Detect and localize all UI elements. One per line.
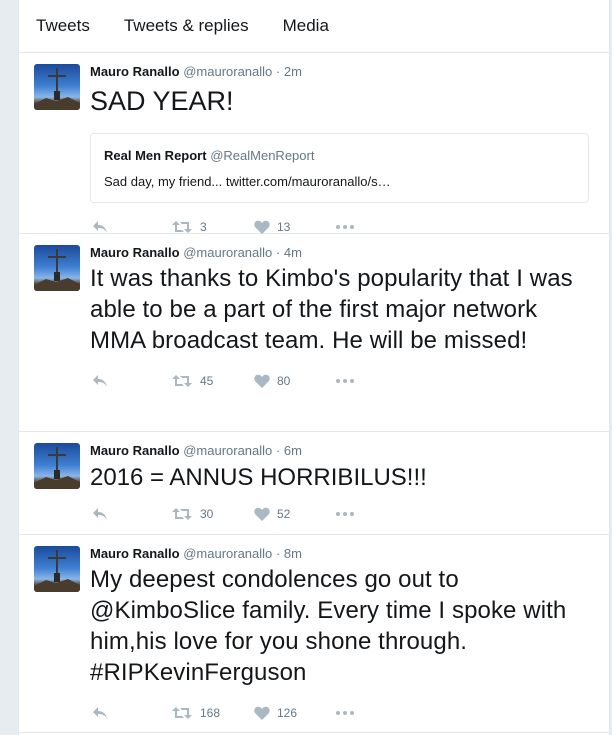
- more-button[interactable]: [336, 379, 354, 383]
- separator: ·: [275, 245, 281, 260]
- tweet[interactable]: Mauro Ranallo @mauroranallo · 2m SAD YEA…: [19, 53, 609, 234]
- avatar[interactable]: [34, 546, 80, 592]
- quoted-author-name: Real Men Report: [104, 148, 207, 163]
- more-button[interactable]: [336, 225, 354, 229]
- separator: ·: [275, 443, 281, 458]
- reply-icon: [93, 221, 107, 233]
- author-name[interactable]: Mauro Ranallo: [90, 245, 180, 260]
- heart-icon: [254, 220, 270, 234]
- like-count: 80: [277, 374, 291, 388]
- author-name[interactable]: Mauro Ranallo: [90, 64, 180, 79]
- profile-timeline: Tweets Tweets & replies Media Mauro Rana…: [18, 0, 610, 735]
- reply-icon: [93, 375, 107, 387]
- more-button[interactable]: [336, 512, 354, 516]
- retweet-count: 30: [200, 507, 214, 521]
- tab-tweets[interactable]: Tweets: [19, 16, 107, 36]
- more-icon: [336, 711, 354, 715]
- tweet-header: Mauro Ranallo @mauroranallo · 8m: [90, 545, 597, 563]
- quoted-tweet[interactable]: Real Men Report @RealMenReport Sad day, …: [90, 133, 589, 203]
- timestamp[interactable]: 2m: [284, 64, 302, 79]
- retweet-count: 168: [200, 706, 221, 720]
- tweet-header: Mauro Ranallo @mauroranallo · 2m: [90, 63, 597, 81]
- timestamp[interactable]: 6m: [284, 443, 302, 458]
- heart-icon: [254, 706, 270, 720]
- author-name[interactable]: Mauro Ranallo: [90, 443, 180, 458]
- reply-button[interactable]: [90, 220, 172, 234]
- tweet-header: Mauro Ranallo @mauroranallo · 6m: [90, 442, 597, 460]
- retweet-icon: [172, 221, 192, 233]
- heart-icon: [254, 374, 270, 388]
- tweet-actions: 168 126: [90, 695, 597, 731]
- retweet-button[interactable]: 168: [172, 706, 254, 720]
- tab-media[interactable]: Media: [266, 16, 346, 36]
- avatar[interactable]: [34, 443, 80, 489]
- reply-button[interactable]: [90, 507, 172, 521]
- heart-icon: [254, 507, 270, 521]
- retweet-icon: [172, 375, 192, 387]
- separator: ·: [275, 64, 281, 79]
- tweet-header: Mauro Ranallo @mauroranallo · 4m: [90, 244, 597, 262]
- reply-button[interactable]: [90, 706, 172, 720]
- tweet[interactable]: Mauro Ranallo @mauroranallo · 4m It was …: [19, 234, 609, 432]
- like-count: 13: [277, 220, 291, 234]
- author-handle[interactable]: @mauroranallo: [183, 443, 272, 458]
- tweet-text: 2016 = ANNUS HORRIBILUS!!!: [90, 464, 427, 491]
- more-button[interactable]: [336, 711, 354, 715]
- retweet-icon: [172, 707, 192, 719]
- profile-tabs: Tweets Tweets & replies Media: [19, 0, 609, 53]
- author-handle[interactable]: @mauroranallo: [183, 245, 272, 260]
- more-icon: [336, 225, 354, 229]
- retweet-button[interactable]: 45: [172, 374, 254, 388]
- tweet-text: SAD YEAR!: [90, 86, 234, 116]
- quoted-tweet-header: Real Men Report @RealMenReport: [104, 147, 575, 164]
- timestamp[interactable]: 8m: [284, 546, 302, 561]
- timestamp[interactable]: 4m: [284, 245, 302, 260]
- avatar[interactable]: [34, 245, 80, 291]
- like-button[interactable]: 126: [254, 706, 336, 720]
- tweet-actions: 30 52: [90, 496, 597, 532]
- quoted-tweet-text: Sad day, my friend... twitter.com/mauror…: [104, 174, 391, 189]
- more-icon: [336, 512, 354, 516]
- retweet-count: 45: [200, 374, 214, 388]
- like-count: 126: [277, 706, 298, 720]
- tweet-actions: 45 80: [90, 363, 597, 399]
- tweet[interactable]: Mauro Ranallo @mauroranallo · 8m My deep…: [19, 535, 609, 733]
- retweet-button[interactable]: 30: [172, 507, 254, 521]
- retweet-button[interactable]: 3: [172, 220, 254, 234]
- like-button[interactable]: 13: [254, 220, 336, 234]
- tweet-text: My deepest condolences go out to @KimboS…: [90, 566, 567, 686]
- quoted-author-handle: @RealMenReport: [210, 148, 315, 163]
- separator: ·: [275, 546, 281, 561]
- avatar[interactable]: [34, 64, 80, 110]
- retweet-icon: [172, 508, 192, 520]
- reply-icon: [93, 707, 107, 719]
- like-button[interactable]: 52: [254, 507, 336, 521]
- author-name[interactable]: Mauro Ranallo: [90, 546, 180, 561]
- like-button[interactable]: 80: [254, 374, 336, 388]
- tab-tweets-and-replies[interactable]: Tweets & replies: [107, 16, 266, 36]
- tweet[interactable]: Mauro Ranallo @mauroranallo · 6m 2016 = …: [19, 432, 609, 535]
- author-handle[interactable]: @mauroranallo: [183, 64, 272, 79]
- like-count: 52: [277, 507, 291, 521]
- more-icon: [336, 379, 354, 383]
- reply-button[interactable]: [90, 374, 172, 388]
- tweet-text: It was thanks to Kimbo's popularity that…: [90, 265, 573, 354]
- retweet-count: 3: [200, 220, 207, 234]
- reply-icon: [93, 508, 107, 520]
- author-handle[interactable]: @mauroranallo: [183, 546, 272, 561]
